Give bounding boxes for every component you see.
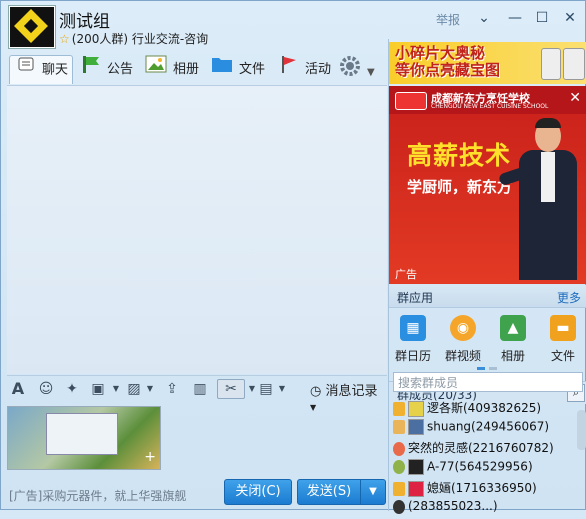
admin-icon [393,420,405,434]
folder-icon: ▬ [550,315,576,341]
message-input[interactable]: + [7,401,387,479]
footer-ad-link[interactable]: [广告]采购元器件，就上华强旗舰 [9,487,186,504]
member-item[interactable]: 逻各斯(409382625) [393,399,541,419]
member-item[interactable]: shuang(249456067) [393,419,549,439]
avatar [393,460,405,474]
video-icon: ◉ [450,315,476,341]
avatar [393,499,405,514]
side-ad[interactable]: 成都新东方烹饪学校 CHENGDU NEW EAST CUISINE SCHOO… [389,86,586,284]
more-apps-link[interactable]: 更多 [557,289,581,306]
ad-headline: 高薪技术 [407,141,512,170]
star-icon: ☆ [59,32,70,46]
font-icon[interactable]: A [9,380,27,398]
phone-image [541,48,561,80]
chevron-down-icon[interactable]: ▼ [141,380,159,398]
chevron-down-icon[interactable]: ⌄ [473,9,495,27]
report-button[interactable]: 举报 [436,11,460,28]
close-button[interactable]: 关闭(C) [224,479,292,505]
group-chat-window: 测试组 ☆ (200人群) 行业交流-咨询 举报 ⌄ — ☐ ✕ 聊天 公告 相册… [0,0,586,514]
avatar [408,480,424,497]
chevron-down-icon: ▼ [367,67,375,78]
input-toolbar: A ☺ ✦ ▣ ▼ ▨ ▼ ⇪ ▥ ✂ ▼ ▤ ▼ ◷ 消息记录 ▼ [7,375,387,412]
group-name: 测试组 [59,12,110,32]
member-item[interactable]: 突然的灵感(2216760782) [393,439,554,459]
page-dot-active[interactable] [477,367,485,370]
tab-album[interactable]: 相册 [145,55,199,83]
gift-box-icon[interactable]: ▣ [89,380,107,398]
upload-icon[interactable]: ⇪ [163,380,181,398]
tab-activity[interactable]: 活动 [279,55,331,83]
admin-icon [393,481,405,496]
tab-files[interactable]: 文件 [211,55,265,83]
ad-subtitle: 学厨师，新东方 [407,178,513,196]
send-options-dropdown[interactable]: ▼ [360,479,386,505]
chat-icon [18,56,36,84]
app-files[interactable]: ▬ 文件 [541,315,585,364]
flag-icon [279,55,299,84]
ad-close-icon[interactable]: ✕ [569,90,581,106]
send-button[interactable]: 发送(S) [297,479,361,505]
app-video[interactable]: ◉ 群视频 [441,315,485,364]
magic-wand-icon[interactable]: ✦ [63,380,81,398]
maximize-icon[interactable]: ☐ [531,9,553,27]
tablet-image [563,48,585,80]
announcement-icon [81,55,101,84]
member-search-input[interactable]: 搜索群成员 [393,372,583,392]
app-album[interactable]: ▲ 相册 [491,315,535,364]
avatar [393,441,405,456]
member-item[interactable]: (283855023...) [393,499,498,519]
chat-message-area[interactable] [7,85,387,374]
folder-icon [211,55,233,84]
top-banner-ad[interactable]: 小碎片大奥秘 等你点亮藏宝图 [389,42,586,84]
owner-icon [393,401,405,416]
calendar-icon: ▦ [400,315,426,341]
tab-chat[interactable]: 聊天 [9,55,73,84]
page-dot[interactable] [489,367,497,370]
plus-icon[interactable]: + [144,449,156,465]
group-info: ☆ (200人群) 行业交流-咨询 [59,32,209,46]
member-item[interactable]: A-77(564529956) [393,459,533,479]
group-apps-header: 群应用 更多 [389,285,586,308]
avatar [408,419,424,435]
emoji-icon[interactable]: ☺ [37,380,55,398]
settings-dropdown[interactable]: ▼ [339,55,375,83]
pasted-screenshot-thumbnail[interactable]: + [7,406,161,470]
close-icon[interactable]: ✕ [559,9,581,27]
members-scrollbar[interactable] [577,410,586,450]
minimize-icon[interactable]: — [504,9,526,27]
ad-person-image [497,118,579,280]
album-icon: ▲ [500,315,526,341]
avatar [408,459,424,475]
group-avatar[interactable] [9,6,55,48]
chevron-down-icon[interactable]: ▼ [107,380,125,398]
gift-icon[interactable]: ▥ [191,380,209,398]
clock-icon: ◷ [310,384,322,399]
ad-label: 广告 [395,268,417,281]
gear-icon [339,55,361,88]
app-calendar[interactable]: ▦ 群日历 [391,315,435,364]
tab-announcement[interactable]: 公告 [81,55,133,83]
avatar [408,400,424,417]
member-item[interactable]: 媳婳(1716336950) [393,479,537,499]
album-icon [145,55,167,84]
school-logo [395,92,427,110]
right-panel: 小碎片大奥秘 等你点亮藏宝图 成都新东方烹饪学校 CHENGDU NEW EAST… [388,39,586,514]
screenshot-scissors-icon[interactable]: ✂ [217,379,245,399]
tab-bar: 聊天 公告 相册 文件 活动 ▼ [7,55,387,85]
chevron-down-icon[interactable]: ▼ [273,380,291,398]
